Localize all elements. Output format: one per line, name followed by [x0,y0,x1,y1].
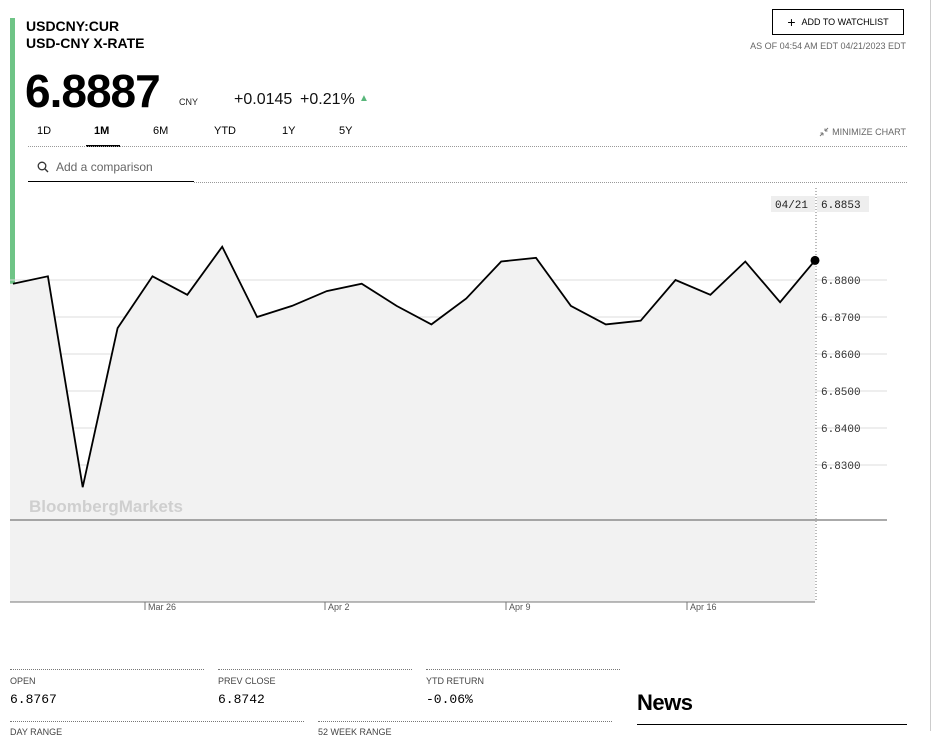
percent-change: +0.21% [300,91,355,108]
tab-6m[interactable]: 6M [153,125,168,137]
ticker-symbol: USDCNY:CUR [26,18,120,34]
y-tick-label: 6.8800 [821,276,861,288]
tab-1y[interactable]: 1Y [282,125,295,137]
news-divider [637,724,907,725]
up-triangle-icon: ▲ [359,93,369,104]
stat-value-ytd-return: -0.06% [426,692,473,707]
stat-divider [318,721,612,722]
tooltip-date: 04/21 [775,200,808,212]
tab-1d[interactable]: 1D [37,125,51,137]
x-axis-ticks: Mar 26 Apr 2 Apr 9 Apr 16 [144,602,717,612]
as-of-timestamp: AS OF 04:54 AM EDT 04/21/2023 EDT [750,41,906,51]
last-point-marker [810,255,820,265]
y-axis-ticks: 6.8800 6.8700 6.8600 6.8500 6.8400 6.8300 [821,276,861,473]
y-tick-label: 6.8600 [821,350,861,362]
stat-value-prev-close: 6.8742 [218,692,265,707]
stat-label-prev-close: PREV CLOSE [218,676,276,686]
x-tick-label: Apr 9 [509,602,531,612]
price-change: +0.0145 [234,91,293,108]
stat-divider [218,669,412,670]
news-heading: News [637,690,693,715]
tooltip-value: 6.8853 [821,200,861,212]
y-tick-label: 6.8700 [821,313,861,325]
y-tick-label: 6.8300 [821,461,861,473]
minimize-label: MINIMIZE CHART [832,127,906,137]
currency-code: CNY [179,97,199,107]
price-area [10,246,815,602]
comparison-search[interactable] [28,152,194,182]
y-tick-label: 6.8500 [821,387,861,399]
x-tick-label: Apr 2 [328,602,350,612]
tab-5y[interactable]: 5Y [339,125,352,137]
stat-label-ytd-return: YTD RETURN [426,676,484,686]
x-tick-label: Mar 26 [148,602,176,612]
tab-1m[interactable]: 1M [94,125,109,137]
search-divider [194,182,907,183]
y-tick-label: 6.8400 [821,424,861,436]
search-icon [37,161,49,172]
plus-icon: + [787,14,796,30]
comparison-input[interactable] [56,159,186,174]
watchlist-label: ADD TO WATCHLIST [801,17,889,27]
watermark: BloombergMarkets [29,497,183,516]
price-chart[interactable]: BloombergMarkets 6.8800 6.8700 6.8600 6.850… [0,185,943,615]
stat-label-open: OPEN [10,676,36,686]
tab-ytd[interactable]: YTD [214,125,236,137]
stat-divider [426,669,620,670]
instrument-name: USD-CNY X-RATE [26,35,145,51]
stat-divider [10,669,204,670]
stat-label-52-week-range: 52 WEEK RANGE [318,727,392,737]
stat-label-day-range: DAY RANGE [10,727,63,737]
add-to-watchlist-button[interactable]: + ADD TO WATCHLIST [772,9,904,35]
tabs-divider [28,146,907,147]
minimize-icon [819,127,829,137]
stat-value-open: 6.8767 [10,692,57,707]
stat-divider [10,721,304,722]
last-price: 6.8887 [25,65,161,117]
minimize-chart-button[interactable]: MINIMIZE CHART [819,127,906,137]
x-tick-label: Apr 16 [690,602,717,612]
